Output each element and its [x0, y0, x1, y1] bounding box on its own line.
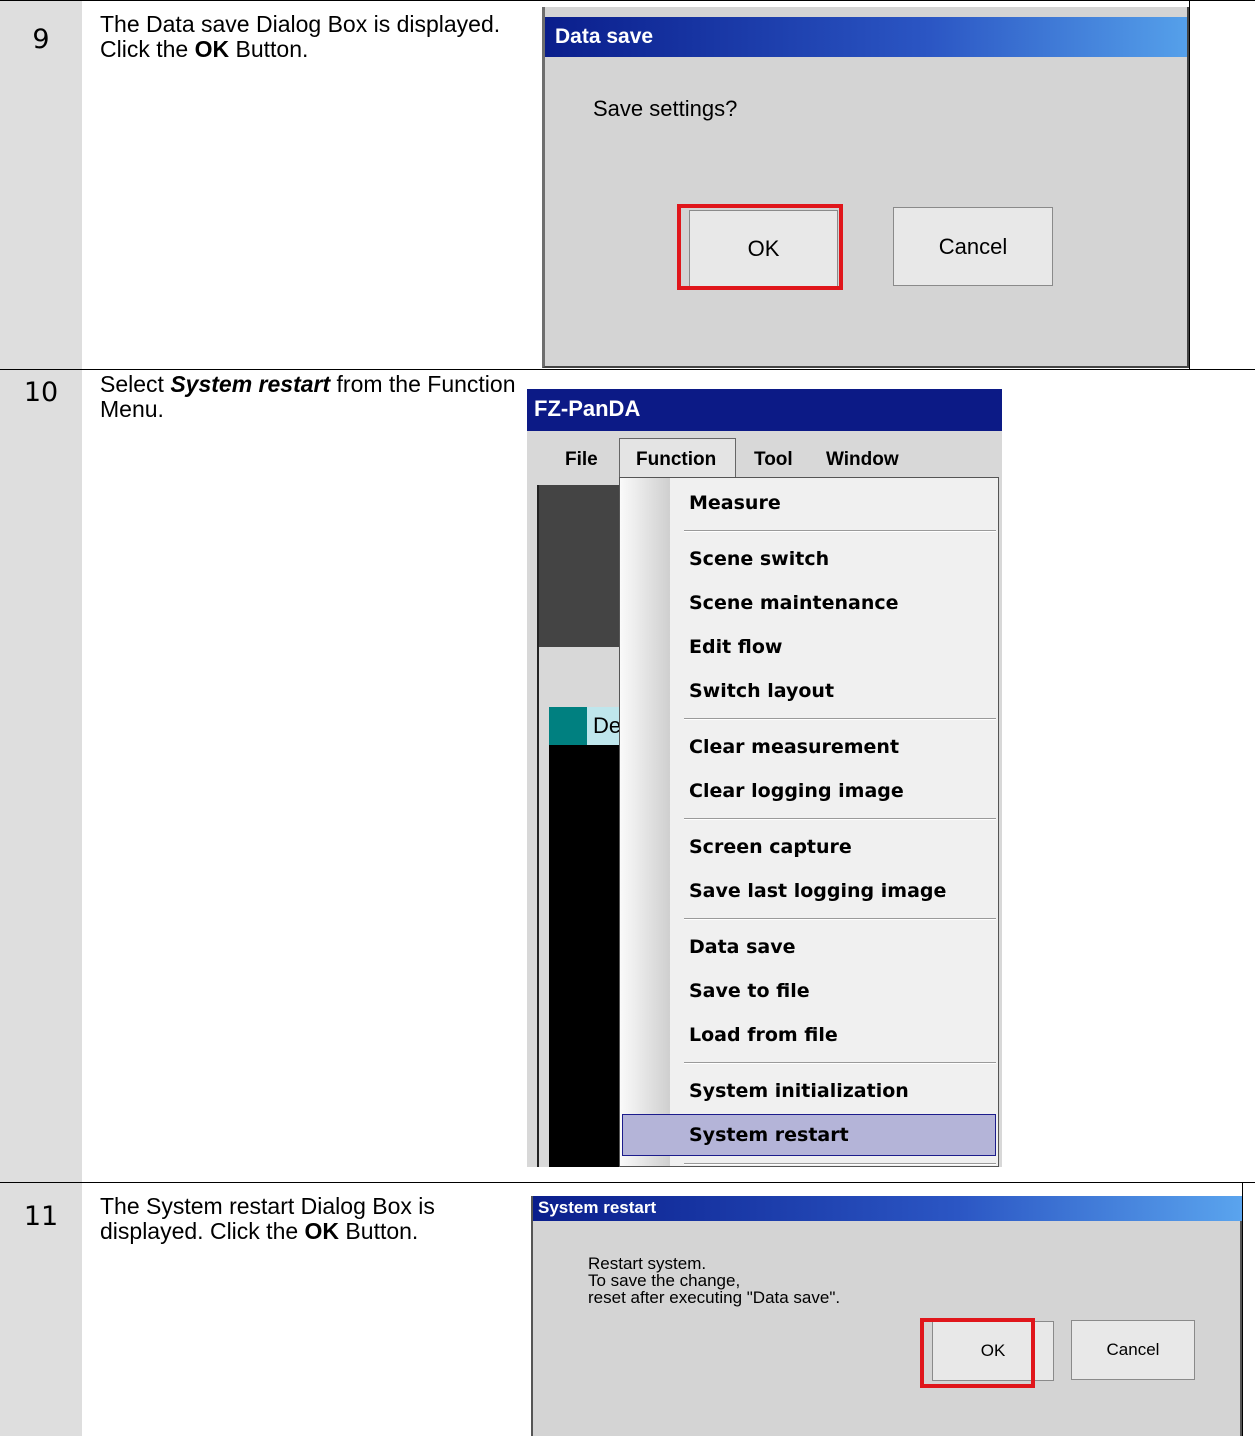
ok-highlight-box	[920, 1318, 1035, 1388]
step-instruction: Select System restart from the Function …	[100, 371, 516, 422]
cancel-button[interactable]: Cancel	[1071, 1320, 1195, 1380]
menu-item-system-initialization[interactable]: System initialization	[689, 1080, 909, 1102]
function-menu-dropdown: Measure Scene switch Scene maintenance E…	[619, 477, 999, 1167]
panel-border	[537, 485, 539, 1167]
black-panel	[549, 745, 622, 1167]
menu-tool[interactable]: Tool	[754, 449, 793, 471]
row-divider	[0, 0, 1255, 1]
step-instruction: The System restart Dialog Box is display…	[100, 1193, 435, 1244]
step-instruction: The Data save Dialog Box is displayed. C…	[100, 11, 501, 62]
dialog-titlebar: Data save	[545, 17, 1187, 57]
dialog-titlebar: System restart	[533, 1196, 1242, 1221]
system-restart-dialog: System restart Restart system. To save t…	[531, 1196, 1242, 1436]
row-divider	[0, 369, 1255, 370]
partial-label: De	[587, 707, 622, 745]
menu-item-measure[interactable]: Measure	[689, 492, 781, 514]
step-number: 9	[32, 24, 50, 55]
menu-item-load-from-file[interactable]: Load from file	[689, 1024, 838, 1046]
menu-file[interactable]: File	[565, 449, 598, 471]
dialog-message: Restart system. To save the change, rese…	[588, 1254, 841, 1307]
menu-function[interactable]: Function	[636, 449, 716, 471]
column-divider	[1242, 1182, 1243, 1436]
menu-gutter	[620, 478, 670, 1166]
app-titlebar: FZ-PanDA	[527, 389, 1002, 431]
step-number: 11	[23, 1201, 59, 1232]
menu-item-save-last-logging-image[interactable]: Save last logging image	[689, 880, 946, 902]
menu-item-switch-layout[interactable]: Switch layout	[689, 680, 834, 702]
menu-item-save-to-file[interactable]: Save to file	[689, 980, 810, 1002]
column-divider	[1189, 0, 1190, 369]
ok-highlight-box	[677, 204, 843, 290]
dialog-title: Data save	[555, 25, 654, 48]
menu-item-scene-maintenance[interactable]: Scene maintenance	[689, 592, 899, 614]
teal-marker	[549, 707, 587, 745]
menu-window[interactable]: Window	[826, 449, 899, 471]
image-panel	[537, 485, 622, 647]
menu-item-data-save[interactable]: Data save	[689, 936, 796, 958]
menu-item-clear-measurement[interactable]: Clear measurement	[689, 736, 899, 758]
menu-item-scene-switch[interactable]: Scene switch	[689, 548, 829, 570]
menu-separator	[684, 530, 996, 532]
menu-item-clear-logging-image[interactable]: Clear logging image	[689, 780, 904, 802]
step-number-cell	[0, 370, 82, 1182]
cancel-button[interactable]: Cancel	[893, 207, 1053, 286]
menu-item-system-restart[interactable]: System restart	[689, 1124, 849, 1146]
menu-item-edit-flow[interactable]: Edit flow	[689, 636, 782, 658]
step-number-cell	[0, 1, 82, 369]
menu-separator	[684, 1163, 996, 1165]
app-title: FZ-PanDA	[534, 396, 641, 421]
menu-separator	[684, 1062, 996, 1064]
menu-item-screen-capture[interactable]: Screen capture	[689, 836, 852, 858]
dialog-message: Save settings?	[593, 96, 738, 121]
dialog-title: System restart	[538, 1198, 657, 1217]
menu-separator	[684, 718, 996, 720]
data-save-dialog: Data save Save settings? OK Cancel	[542, 7, 1189, 368]
menu-separator	[684, 918, 996, 920]
menu-separator	[684, 818, 996, 820]
row-divider	[0, 1182, 1255, 1183]
step-number: 10	[23, 377, 59, 408]
